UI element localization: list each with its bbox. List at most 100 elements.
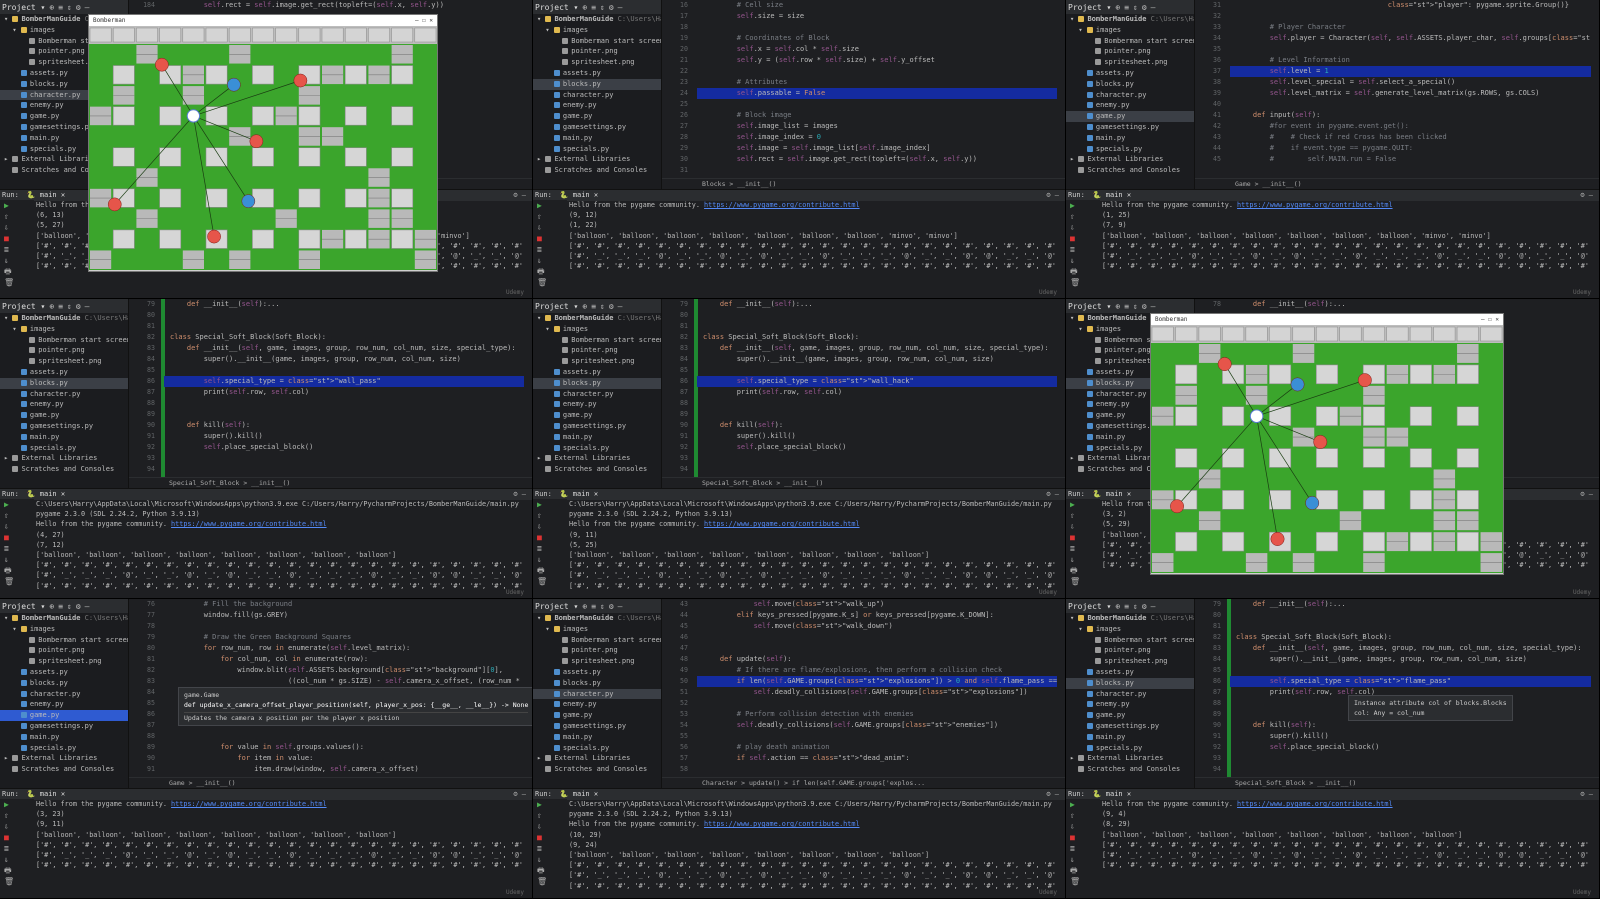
tree-file[interactable]: assets.py: [1066, 667, 1194, 678]
gear-icon[interactable]: ⚙: [1142, 3, 1147, 12]
scroll-down-icon[interactable]: ⇩: [1066, 222, 1100, 233]
tree-scratches[interactable]: Scratches and Consoles: [533, 764, 661, 775]
current-line[interactable]: self.level = 1: [1230, 66, 1591, 77]
tree-file[interactable]: specials.py: [533, 743, 661, 754]
code-editor[interactable]: def __init__(self):... class Special_Sof…: [164, 299, 524, 477]
tree-file[interactable]: main.py: [533, 732, 661, 743]
stop-icon[interactable]: ■: [533, 233, 567, 244]
clear-icon[interactable]: 🗑: [533, 876, 567, 887]
tree-file[interactable]: specials.py: [533, 144, 661, 155]
wrap-icon[interactable]: ≣: [533, 543, 567, 554]
code-line[interactable]: print(self.row, self.col): [697, 387, 1057, 398]
console-output[interactable]: C:\Users\Harry\AppData\Local\Microsoft\W…: [569, 499, 1055, 598]
expand-icon[interactable]: ⇕: [600, 302, 605, 311]
scroll-end-icon[interactable]: ⇓: [0, 854, 34, 865]
code-line[interactable]: [697, 99, 1057, 110]
code-editor[interactable]: def __init__(self):... class Special_Sof…: [697, 299, 1057, 477]
collapse-icon[interactable]: ≡: [58, 302, 63, 311]
code-editor[interactable]: def __init__(self):... class Special_Sof…: [1230, 599, 1591, 777]
code-line[interactable]: [1230, 610, 1591, 621]
code-line[interactable]: [697, 698, 1057, 709]
code-line[interactable]: [164, 731, 524, 742]
code-editor[interactable]: class="st">"player": pygame.sprite.Group…: [1230, 0, 1591, 178]
tree-file[interactable]: character.py: [533, 389, 661, 400]
target-icon[interactable]: ⊕: [582, 302, 587, 311]
tree-external-libraries[interactable]: ▸ External Libraries: [533, 453, 661, 464]
window-controls[interactable]: — ☐ ✕: [415, 15, 433, 26]
stop-icon[interactable]: ■: [0, 233, 34, 244]
project-dropdown[interactable]: Project ▾: [2, 602, 45, 611]
minimize-icon[interactable]: —: [85, 3, 90, 12]
code-line[interactable]: [164, 621, 524, 632]
attribute-tooltip[interactable]: Instance attribute col of blocks.Blocks …: [1348, 695, 1513, 721]
stop-icon[interactable]: ■: [533, 532, 567, 543]
gear-icon[interactable]: ⚙: [1142, 602, 1147, 611]
code-line[interactable]: # Draw the Green Background Squares: [164, 632, 524, 643]
tree-file[interactable]: Bomberman start screen.png: [533, 36, 661, 47]
code-line[interactable]: def update(self):: [697, 654, 1057, 665]
gear-icon[interactable]: ⚙: [76, 602, 81, 611]
tree-file[interactable]: enemy.py: [1066, 699, 1194, 710]
minimize-icon[interactable]: —: [1055, 191, 1059, 199]
clear-icon[interactable]: 🗑: [533, 576, 567, 587]
tree-file[interactable]: blocks.py: [0, 678, 128, 689]
code-line[interactable]: [697, 398, 1057, 409]
code-line[interactable]: for row_num, row in enumerate(self.level…: [164, 643, 524, 654]
current-line[interactable]: self.passable = False: [697, 88, 1057, 99]
rerun-icon[interactable]: ▶: [0, 499, 34, 510]
print-icon[interactable]: 🖶: [533, 565, 567, 576]
wrap-icon[interactable]: ≣: [1066, 244, 1100, 255]
tree-file[interactable]: gamesettings.py: [0, 721, 128, 732]
code-line[interactable]: self.rect = self.image.get_rect(topleft=…: [697, 154, 1057, 165]
expand-icon[interactable]: ⇕: [67, 302, 72, 311]
tree-root[interactable]: ▾ BomberManGuide C:\Users\Harr: [1066, 613, 1194, 624]
code-line[interactable]: [697, 365, 1057, 376]
clear-icon[interactable]: 🗑: [0, 876, 34, 887]
tree-file[interactable]: game.py: [533, 710, 661, 721]
code-line[interactable]: self.deadly_collisions(self.GAME.groups[…: [697, 687, 1057, 698]
code-line[interactable]: def kill(self):: [164, 420, 524, 431]
print-icon[interactable]: 🖶: [533, 266, 567, 277]
scroll-down-icon[interactable]: ⇩: [1066, 821, 1100, 832]
code-line[interactable]: super().kill(): [164, 431, 524, 442]
scroll-end-icon[interactable]: ⇓: [533, 554, 567, 565]
tree-file[interactable]: blocks.py: [0, 377, 128, 389]
console-output[interactable]: C:\Users\Harry\AppData\Local\Microsoft\W…: [36, 499, 522, 598]
tree-file[interactable]: enemy.py: [0, 399, 128, 410]
code-line[interactable]: self.place_special_block(): [697, 442, 1057, 453]
wrap-icon[interactable]: ≣: [0, 244, 34, 255]
minimize-icon[interactable]: —: [522, 490, 526, 498]
run-tab-main[interactable]: 🐍 main ✕: [560, 191, 598, 199]
tree-folder-images[interactable]: ▾ images: [0, 324, 128, 335]
tree-file[interactable]: assets.py: [533, 68, 661, 79]
scroll-end-icon[interactable]: ⇓: [533, 255, 567, 266]
code-line[interactable]: [164, 310, 524, 321]
tree-file[interactable]: gamesettings.py: [0, 421, 128, 432]
tree-file[interactable]: specials.py: [1066, 144, 1194, 155]
print-icon[interactable]: 🖶: [0, 266, 34, 277]
tree-file[interactable]: Bomberman start screen.png: [1066, 635, 1194, 646]
code-line[interactable]: [697, 409, 1057, 420]
code-line[interactable]: [697, 66, 1057, 77]
code-line[interactable]: [697, 464, 1057, 475]
scroll-end-icon[interactable]: ⇓: [1066, 854, 1100, 865]
code-line[interactable]: def __init__(self, game, images, group, …: [164, 343, 524, 354]
expand-icon[interactable]: ⇕: [1133, 3, 1138, 12]
tree-file[interactable]: game.py: [533, 410, 661, 421]
tree-file[interactable]: Bomberman start screen.png: [533, 335, 661, 346]
code-line[interactable]: [697, 453, 1057, 464]
target-icon[interactable]: ⊕: [582, 3, 587, 12]
code-line[interactable]: class Special_Soft_Block(Soft_Block):: [164, 332, 524, 343]
project-dropdown[interactable]: Project ▾: [1068, 3, 1111, 12]
code-line[interactable]: self.move(class="st">"walk_down"): [697, 621, 1057, 632]
minimize-icon[interactable]: —: [618, 302, 623, 311]
target-icon[interactable]: ⊕: [49, 3, 54, 12]
current-line[interactable]: self.special_type = class="st">"wall_pas…: [164, 376, 524, 387]
tree-file[interactable]: main.py: [1066, 133, 1194, 144]
code-line[interactable]: self.image_list = images: [697, 121, 1057, 132]
code-line[interactable]: elif keys_pressed[pygame.K_s] or keys_pr…: [697, 610, 1057, 621]
scroll-up-icon[interactable]: ⇧: [0, 810, 34, 821]
code-line[interactable]: super().__init__(game, images, group, ro…: [164, 354, 524, 365]
tree-file[interactable]: pointer.png: [533, 46, 661, 57]
scroll-down-icon[interactable]: ⇩: [1066, 521, 1100, 532]
